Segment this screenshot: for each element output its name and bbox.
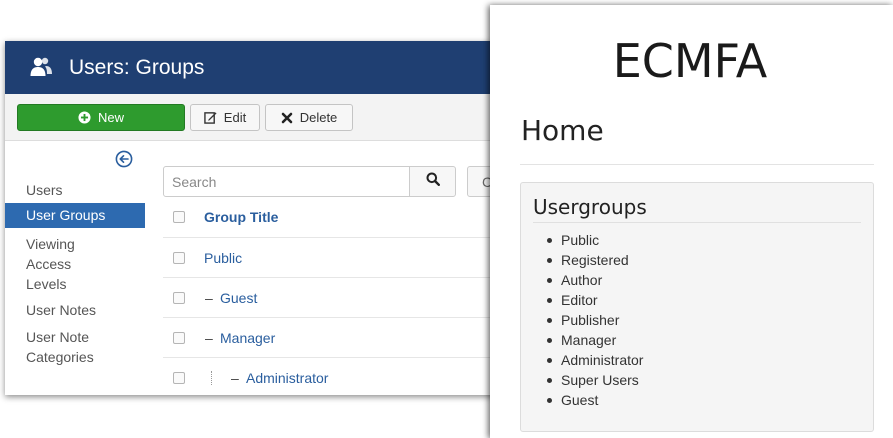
list-item: Publisher: [543, 310, 643, 330]
search-icon: [426, 172, 440, 191]
users-icon: [29, 55, 53, 79]
edit-icon: [204, 111, 217, 124]
site-brand[interactable]: ECMFA: [490, 33, 890, 89]
table-row: – Guest: [163, 277, 520, 317]
list-item: Registered: [543, 250, 643, 270]
level-dash: –: [205, 289, 213, 306]
list-item: Author: [543, 270, 643, 290]
select-all-checkbox[interactable]: [173, 211, 185, 223]
level-dash: –: [231, 369, 239, 386]
column-header-group-title[interactable]: Group Title: [204, 209, 278, 225]
table-row: – Manager: [163, 317, 520, 357]
divider: [533, 222, 861, 223]
sidebar-item-viewing-access-levels[interactable]: Viewing Access Levels: [5, 234, 145, 294]
row-checkbox[interactable]: [173, 291, 185, 304]
search-input[interactable]: [163, 166, 411, 197]
close-icon: [281, 112, 293, 124]
sidebar-item-user-groups[interactable]: User Groups: [5, 203, 145, 228]
collapse-sidebar-icon[interactable]: [115, 150, 133, 168]
sidebar-item-user-notes[interactable]: User Notes: [5, 300, 145, 320]
site-window: ECMFA Home Usergroups Public Registered …: [490, 5, 893, 438]
list-item: Guest: [543, 390, 643, 410]
page-heading: Home: [521, 114, 604, 147]
sidebar: Users User Groups Viewing Access Levels …: [5, 142, 150, 395]
panel-title: Usergroups: [533, 195, 647, 219]
admin-window: Users: Groups New Edit Delete Users User…: [5, 41, 520, 395]
level-dash: –: [205, 329, 213, 346]
search-button[interactable]: [409, 166, 456, 197]
group-title-link[interactable]: Public: [204, 250, 242, 266]
table-row: – Administrator: [163, 357, 520, 395]
delete-button[interactable]: Delete: [265, 104, 353, 131]
list-item: Manager: [543, 330, 643, 350]
edit-button-label: Edit: [223, 110, 247, 125]
list-item: Super Users: [543, 370, 643, 390]
usergroups-list: Public Registered Author Editor Publishe…: [543, 230, 643, 410]
row-checkbox[interactable]: [173, 251, 185, 264]
delete-button-label: Delete: [299, 110, 338, 125]
group-title-link[interactable]: Guest: [220, 290, 257, 306]
list-item: Editor: [543, 290, 643, 310]
table-header-row: Group Title: [163, 197, 520, 237]
page-title: Users: Groups: [69, 56, 205, 79]
table-row: Public: [163, 237, 520, 277]
list-item: Public: [543, 230, 643, 250]
sidebar-item-user-note-categories[interactable]: User Note Categories: [5, 327, 145, 367]
edit-button[interactable]: Edit: [190, 104, 260, 131]
new-button-label: New: [97, 110, 124, 125]
divider: [520, 164, 874, 165]
sidebar-item-users[interactable]: Users: [5, 180, 145, 200]
row-checkbox[interactable]: [173, 331, 185, 344]
group-title-link[interactable]: Manager: [220, 330, 275, 346]
group-title-link[interactable]: Administrator: [246, 370, 328, 386]
list-item: Administrator: [543, 350, 643, 370]
admin-header: Users: Groups: [5, 41, 520, 94]
toolbar: New Edit Delete: [5, 94, 520, 141]
plus-circle-icon: [78, 111, 91, 124]
level-indent-guide: [211, 370, 212, 385]
row-checkbox[interactable]: [173, 371, 185, 384]
usergroups-panel: Usergroups Public Registered Author Edit…: [520, 182, 874, 432]
new-button[interactable]: New: [17, 104, 185, 131]
